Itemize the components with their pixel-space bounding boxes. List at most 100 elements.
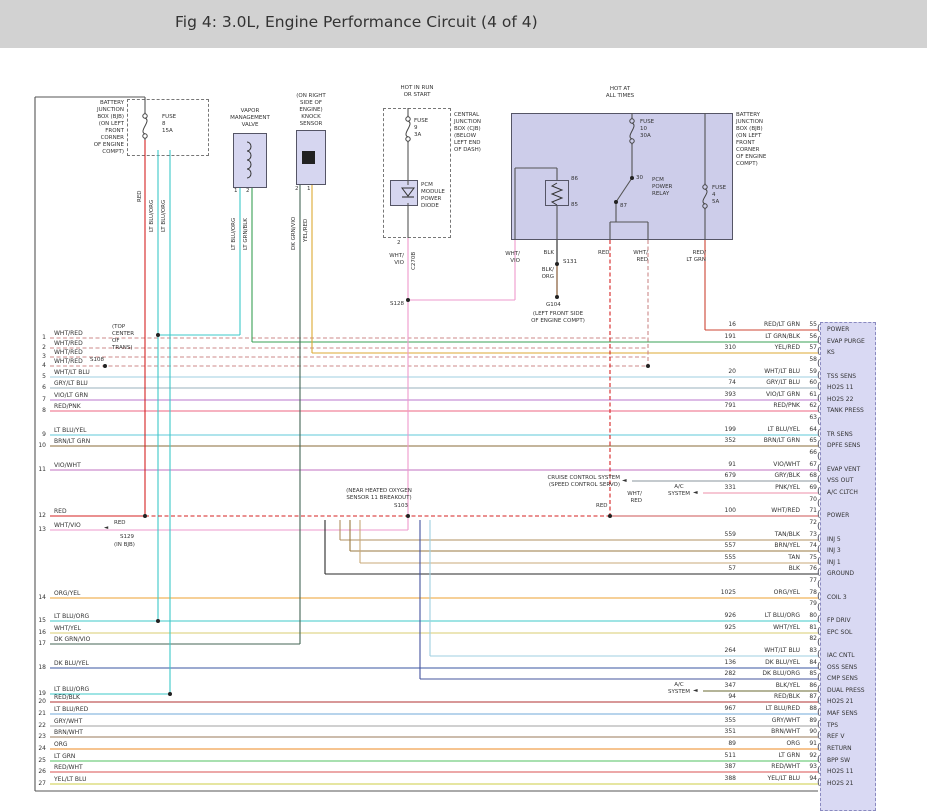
left-row-number: 1 [36, 334, 46, 342]
left-row-number: 4 [36, 362, 46, 370]
left-row-number: 19 [36, 690, 46, 698]
blk-org-label: BLK/ ORG [534, 267, 554, 281]
pcm-pin-number: 73 [802, 531, 817, 539]
left-row-number: 11 [36, 466, 46, 474]
knock-location-note: (ON RIGHT SIDE OF ENGINE) [287, 93, 335, 114]
pcm-circuit-number: 100 [698, 507, 736, 515]
pcm-pin-function: VSS OUT [827, 477, 853, 485]
pcm-wire-color: TAN [740, 554, 800, 562]
off-page-arrow: ◄ [693, 687, 698, 695]
pcm-circuit-number: 352 [698, 437, 736, 445]
left-row-number: 7 [36, 396, 46, 404]
pcm-pin-number: 63 [802, 414, 817, 422]
pcm-circuit-number: 191 [698, 333, 736, 341]
pcm-pin-number: 90 [802, 728, 817, 736]
pcm-circuit-number: 351 [698, 728, 736, 736]
left-row-number: 10 [36, 442, 46, 450]
pcm-wire-color: LT BLU/YEL [740, 426, 800, 434]
left-wire-label: WHT/RED [54, 340, 83, 348]
pcm-circuit-number: 16 [698, 321, 736, 329]
pcm-pin-number: 61 [802, 391, 817, 399]
pcm-pin-function: HO2S 11 [827, 768, 853, 776]
left-row-number: 25 [36, 757, 46, 765]
left-row-number: 21 [36, 710, 46, 718]
pcm-circuit-number: 331 [698, 484, 736, 492]
pcm-wire-color: LT BLU/RED [740, 705, 800, 713]
vertical-wire-label: LT BLU/ORG [231, 218, 238, 250]
pcm-circuit-number: 310 [698, 344, 736, 352]
left-row-number: 8 [36, 407, 46, 415]
pcm-pin-number: 86 [802, 682, 817, 690]
pcm-pin-number: 59 [802, 368, 817, 376]
cjb-label: CENTRAL JUNCTION BOX (CJB) (BELOW LEFT E… [454, 112, 498, 154]
pcm-wire-color: DK BLU/YEL [740, 659, 800, 667]
hot-in-run-label: HOT IN RUN OR START [381, 85, 453, 99]
pcm-pin-number: 81 [802, 624, 817, 632]
pcm-pin-number: 72 [802, 519, 817, 527]
page-title: Fig 4: 3.0L, Engine Performance Circuit … [175, 13, 538, 31]
pcm-wire-color: GRY/WHT [740, 717, 800, 725]
diode-label: PCM MODULE POWER DIODE [421, 182, 445, 210]
splice-s129: S129 [120, 534, 134, 541]
left-wire-label: WHT/VIO [54, 522, 81, 530]
pcm-pin-bracket: ( [817, 430, 821, 439]
pcm-pin-number: 64 [802, 426, 817, 434]
left-wire-label: ORG [54, 741, 68, 749]
left-wire-label: LT BLU/ORG [54, 613, 89, 621]
pcm-circuit-number: 282 [698, 670, 736, 678]
left-wire-label: GRY/LT BLU [54, 380, 88, 388]
knock-pin-2: 2 [295, 186, 299, 193]
pcm-pin-function: HO2S 11 [827, 384, 853, 392]
blk-label: BLK [536, 250, 554, 257]
pcm-pin-function: GROUND [827, 570, 854, 578]
left-wire-label: LT BLU/YEL [54, 427, 86, 435]
vmv-pin-1: 1 [234, 188, 238, 195]
pcm-circuit-number: 557 [698, 542, 736, 550]
pcm-pin-bracket: ( [817, 686, 821, 695]
pcm-pin-bracket: ( [817, 697, 821, 706]
left-row-number: 14 [36, 594, 46, 602]
wht-vio-label-2: WHT/ VIO [498, 251, 520, 265]
knock-label: KNOCK SENSOR [287, 114, 335, 128]
splice-s131: S131 [563, 259, 577, 266]
bjb-left-label: BATTERY JUNCTION BOX (BJB) (ON LEFT FRON… [74, 100, 124, 156]
pcm-pin-number: 93 [802, 763, 817, 771]
relay-coil-box [545, 180, 569, 206]
pcm-wire-color: RED/WHT [740, 763, 800, 771]
left-wire-label: LT BLU/RED [54, 706, 88, 714]
pcm-pin-number: 75 [802, 554, 817, 562]
junction-dot [646, 364, 650, 368]
pcm-pin-number: 80 [802, 612, 817, 620]
knock-pin-1: 1 [307, 186, 311, 193]
pcm-wire-color: BLK [740, 565, 800, 573]
pcm-wire-color: RED/LT GRN [740, 321, 800, 329]
pcm-wire-color: BLK/YEL [740, 682, 800, 690]
left-wire-label: BRN/LT GRN [54, 438, 90, 446]
pcm-pin-function: TR SENS [827, 431, 853, 439]
pcm-wire-color: ORG [740, 740, 800, 748]
pcm-pin-bracket: ( [817, 581, 821, 590]
pcm-pin-number: 69 [802, 484, 817, 492]
pcm-pin-number: 87 [802, 693, 817, 701]
pcm-pin-function: EPC SOL [827, 629, 852, 637]
pcm-pin-number: 76 [802, 565, 817, 573]
pcm-pin-function: EVAP VENT [827, 466, 860, 474]
left-row-number: 12 [36, 512, 46, 520]
pcm-wire-color: RED/BLK [740, 693, 800, 701]
pcm-pin-function: OSS SENS [827, 664, 857, 672]
pcm-pin-function: TANK PRESS [827, 407, 864, 415]
pcm-pin-number: 55 [802, 321, 817, 329]
left-row-number: 13 [36, 526, 46, 534]
pcm-pin-bracket: ( [817, 674, 821, 683]
pcm-pin-bracket: ( [817, 558, 821, 567]
pcm-pin-bracket: ( [817, 476, 821, 485]
left-wire-label: RED [54, 508, 67, 516]
pcm-wire-color: DK BLU/ORG [740, 670, 800, 678]
pcm-wire-color: TAN/BLK [740, 531, 800, 539]
junction-dot [143, 514, 147, 518]
pcm-pin-bracket: ( [817, 465, 821, 474]
pcm-wire-color: WHT/RED [740, 507, 800, 515]
pcm-pin-bracket: ( [817, 616, 821, 625]
pcm-pin-function: CMP SENS [827, 675, 858, 683]
pcm-pin-number: 82 [802, 635, 817, 643]
